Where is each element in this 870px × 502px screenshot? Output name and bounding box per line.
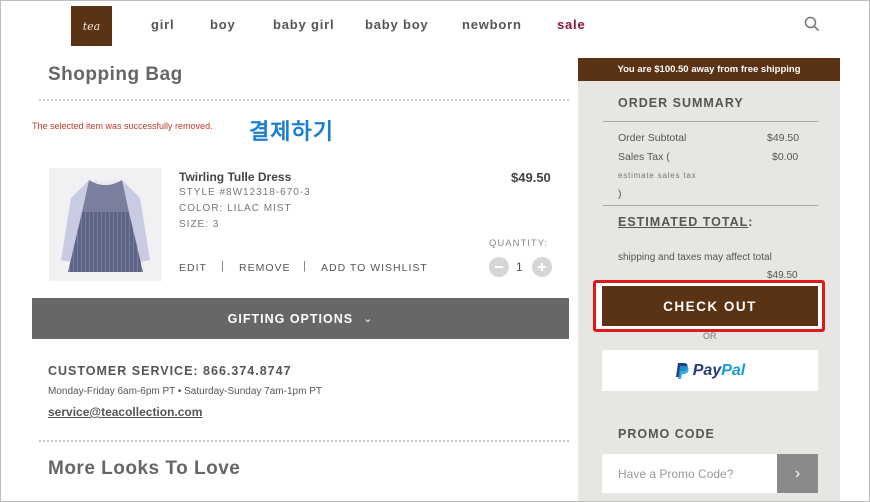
chevron-down-icon: ⌄ xyxy=(363,313,374,325)
edit-link[interactable]: EDIT xyxy=(179,262,207,274)
free-shipping-banner: You are $100.50 away from free shipping xyxy=(578,58,840,81)
sales-tax-close: ) xyxy=(618,188,622,200)
paypal-pal-text: Pal xyxy=(721,361,746,379)
product-color: COLOR: LILAC MIST xyxy=(179,203,292,214)
customer-service-hours: Monday-Friday 6am-6pm PT • Saturday-Sund… xyxy=(48,386,322,397)
paypal-pay-text: Pay xyxy=(692,361,722,379)
nav-item-baby-boy[interactable]: baby boy xyxy=(365,17,428,32)
plus-icon xyxy=(538,263,546,271)
logo-text: tea xyxy=(82,19,101,33)
paypal-button[interactable]: PayPal xyxy=(602,350,818,391)
nav-item-girl[interactable]: girl xyxy=(151,17,174,32)
quantity-value: 1 xyxy=(516,260,523,274)
estimated-total-label: ESTIMATED TOTAL: xyxy=(618,215,753,229)
divider xyxy=(603,205,818,206)
promo-submit-button[interactable]: › xyxy=(777,454,818,493)
customer-service-title: CUSTOMER SERVICE: 866.374.8747 xyxy=(48,364,292,378)
product-price: $49.50 xyxy=(511,170,551,185)
remove-link[interactable]: REMOVE xyxy=(239,262,291,274)
status-message: The selected item was successfully remov… xyxy=(32,121,213,131)
sales-tax-label: Sales Tax ( xyxy=(618,151,670,163)
page-frame: tea girl boy baby girl baby boy newborn … xyxy=(0,0,870,502)
quantity-decrease-button[interactable] xyxy=(489,257,509,277)
action-separator: | xyxy=(303,260,306,272)
product-size: SIZE: 3 xyxy=(179,219,220,230)
gifting-options-toggle[interactable]: GIFTING OPTIONS ⌄ xyxy=(32,298,569,339)
minus-icon xyxy=(495,266,503,268)
overlay-annotation: 결제하기 xyxy=(249,119,334,144)
estimate-sales-tax-link[interactable]: estimate sales tax xyxy=(618,171,696,180)
nav-item-sale[interactable]: sale xyxy=(557,17,586,32)
customer-service-email-link[interactable]: service@teacollection.com xyxy=(48,405,202,419)
divider xyxy=(39,99,569,101)
paypal-icon xyxy=(675,362,689,379)
promo-code-input[interactable] xyxy=(602,454,777,493)
or-separator: OR xyxy=(703,331,717,341)
order-summary-title: ORDER SUMMARY xyxy=(618,96,744,110)
gifting-options-label: GIFTING OPTIONS xyxy=(227,311,354,326)
nav-item-boy[interactable]: boy xyxy=(210,17,236,32)
action-separator: | xyxy=(221,260,224,272)
divider xyxy=(603,121,818,122)
brand-logo[interactable]: tea xyxy=(71,6,112,46)
nav-item-newborn[interactable]: newborn xyxy=(462,17,522,32)
promo-code-title: PROMO CODE xyxy=(618,427,715,441)
checkout-button[interactable]: CHECK OUT xyxy=(602,286,818,326)
product-name[interactable]: Twirling Tulle Dress xyxy=(179,170,291,184)
divider xyxy=(39,440,569,442)
product-style: STYLE #8W12318-670-3 xyxy=(179,187,311,198)
page-title: Shopping Bag xyxy=(48,64,183,85)
search-icon[interactable] xyxy=(804,16,820,32)
estimated-total-colon: : xyxy=(748,215,754,229)
estimated-total-text: ESTIMATED TOTAL xyxy=(618,215,749,229)
quantity-increase-button[interactable] xyxy=(532,257,552,277)
subtotal-label: Order Subtotal xyxy=(618,132,687,144)
sales-tax-value: $0.00 xyxy=(772,151,799,163)
add-to-wishlist-link[interactable]: ADD TO WISHLIST xyxy=(321,262,428,274)
quantity-label: QUANTITY: xyxy=(489,238,549,249)
more-looks-title: More Looks To Love xyxy=(48,458,241,479)
product-image[interactable] xyxy=(49,168,162,281)
nav-item-baby-girl[interactable]: baby girl xyxy=(273,17,334,32)
subtotal-value: $49.50 xyxy=(767,132,800,144)
taxes-note: shipping and taxes may affect total xyxy=(618,252,772,263)
chevron-right-icon: › xyxy=(794,464,801,482)
